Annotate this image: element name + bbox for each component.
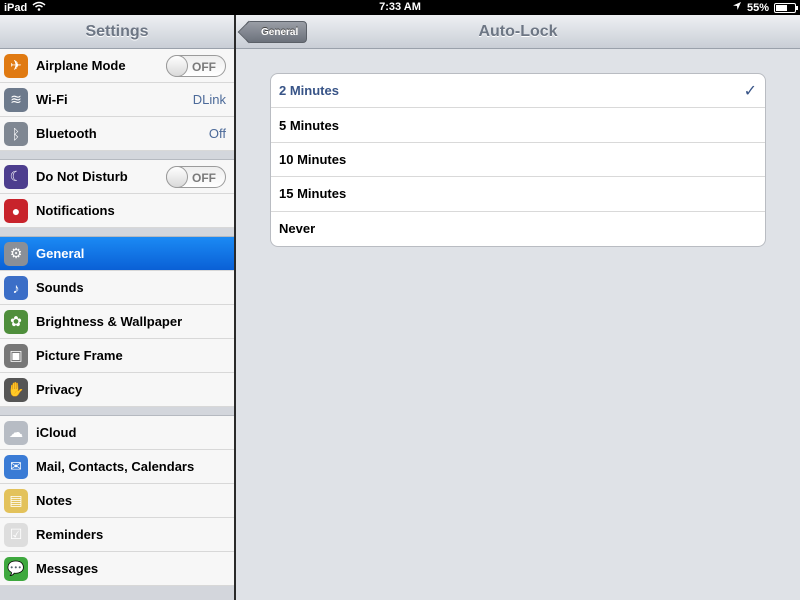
settings-item-messages[interactable]: 💬 Messages <box>0 552 234 586</box>
settings-item-do-not-disturb[interactable]: ☾ Do Not Disturb OFF <box>0 160 234 194</box>
settings-group: ☾ Do Not Disturb OFF ● Notifications <box>0 159 234 228</box>
autolock-option[interactable]: 15 Minutes <box>271 177 765 212</box>
back-button[interactable]: General <box>246 21 308 43</box>
autolock-option[interactable]: 2 Minutes ✓ <box>271 74 765 109</box>
picture-frame-icon: ▣ <box>4 343 28 368</box>
mail-icon: ✉ <box>4 454 28 479</box>
moon-icon: ☾ <box>4 164 28 189</box>
settings-item-icloud[interactable]: ☁ iCloud <box>0 416 234 450</box>
settings-item-notifications[interactable]: ● Notifications <box>0 194 234 228</box>
battery-icon <box>774 2 798 13</box>
status-bar: iPad 7:33 AM 55% <box>0 0 800 15</box>
speaker-icon: ♪ <box>4 275 28 300</box>
detail-title: Auto-Lock <box>478 23 558 40</box>
detail-navbar: General Auto-Lock <box>236 15 800 49</box>
hand-icon: ✋ <box>4 377 28 402</box>
settings-item-label: Notifications <box>36 203 115 218</box>
settings-item-label: Do Not Disturb <box>36 169 128 184</box>
back-button-label: General <box>261 27 299 38</box>
autolock-option[interactable]: Never <box>271 212 765 246</box>
toggle-knob <box>166 54 188 77</box>
settings-item-general[interactable]: ⚙ General <box>0 237 234 271</box>
settings-item-label: Brightness & Wallpaper <box>36 314 183 329</box>
settings-item-mail-contacts-calendars[interactable]: ✉ Mail, Contacts, Calendars <box>0 450 234 484</box>
wifi-icon: ≋ <box>4 87 28 112</box>
bluetooth-icon: ᛒ <box>4 121 28 146</box>
settings-item-notes[interactable]: ▤ Notes <box>0 484 234 518</box>
location-icon <box>732 1 742 14</box>
autolock-option-label: 15 Minutes <box>279 186 347 202</box>
settings-item-label: Wi-Fi <box>36 92 68 107</box>
settings-item-sounds[interactable]: ♪ Sounds <box>0 271 234 305</box>
settings-item-label: General <box>36 246 85 261</box>
settings-group: ☁ iCloud ✉ Mail, Contacts, Calendars ▤ Notes ☑… <box>0 415 234 586</box>
autolock-option-label: 10 Minutes <box>279 151 347 167</box>
settings-item-reminders[interactable]: ☑ Reminders <box>0 518 234 552</box>
settings-item-label: Privacy <box>36 382 83 397</box>
settings-item-picture-frame[interactable]: ▣ Picture Frame <box>0 339 234 373</box>
messages-icon: 💬 <box>4 556 28 581</box>
notifications-icon: ● <box>4 198 28 223</box>
settings-item-label: iCloud <box>36 425 77 440</box>
settings-item-label: Mail, Contacts, Calendars <box>36 459 195 474</box>
toggle-switch[interactable]: OFF <box>166 54 226 77</box>
detail-pane: General Auto-Lock 2 Minutes ✓ 5 Minutes 10 … <box>236 15 800 600</box>
settings-item-label: Reminders <box>36 527 104 542</box>
settings-item-brightness-wallpaper[interactable]: ✿ Brightness & Wallpaper <box>0 305 234 339</box>
settings-item-value: Off <box>208 126 226 141</box>
reminders-icon: ☑ <box>4 522 28 547</box>
checkmark-icon: ✓ <box>743 82 757 100</box>
settings-item-label: Messages <box>36 561 99 576</box>
settings-item-privacy[interactable]: ✋ Privacy <box>0 373 234 407</box>
autolock-option-label: Never <box>279 221 316 237</box>
settings-item-label: Picture Frame <box>36 348 123 363</box>
settings-item-airplane-mode[interactable]: ✈ Airplane Mode OFF <box>0 49 234 83</box>
toggle-switch[interactable]: OFF <box>166 165 226 188</box>
toggle-label: OFF <box>192 170 216 185</box>
settings-list: ✈ Airplane Mode OFF ≋ Wi-Fi DLink ᛒ Bluetooth Of… <box>0 49 234 586</box>
gear-icon: ⚙ <box>4 241 28 266</box>
settings-item-label: Bluetooth <box>36 126 97 141</box>
settings-group: ⚙ General ♪ Sounds ✿ Brightness & Wallpaper ▣ P… <box>0 236 234 407</box>
status-time: 7:33 AM <box>379 1 421 13</box>
settings-item-value: DLink <box>192 92 226 107</box>
settings-item-wi-fi[interactable]: ≋ Wi-Fi DLink <box>0 83 234 117</box>
autolock-options: 2 Minutes ✓ 5 Minutes 10 Minutes 15 Minutes N… <box>270 73 766 247</box>
battery-percent: 55% <box>746 1 769 14</box>
toggle-label: OFF <box>192 59 216 74</box>
settings-item-label: Sounds <box>36 280 84 295</box>
autolock-option-label: 2 Minutes <box>279 83 339 99</box>
autolock-option[interactable]: 5 Minutes <box>271 108 765 143</box>
cloud-icon: ☁ <box>4 420 28 445</box>
autolock-option-label: 5 Minutes <box>279 117 339 133</box>
settings-item-bluetooth[interactable]: ᛒ Bluetooth Off <box>0 117 234 151</box>
flower-icon: ✿ <box>4 309 28 334</box>
toggle-knob <box>166 165 188 188</box>
notes-icon: ▤ <box>4 488 28 513</box>
airplane-icon: ✈ <box>4 53 28 78</box>
settings-item-label: Airplane Mode <box>36 58 126 73</box>
master-title: Settings <box>0 15 234 49</box>
settings-master-pane: Settings ✈ Airplane Mode OFF ≋ Wi-Fi DLink ᛒ Bl… <box>0 15 234 600</box>
settings-group: ✈ Airplane Mode OFF ≋ Wi-Fi DLink ᛒ Bluetooth Of… <box>0 49 234 151</box>
autolock-option[interactable]: 10 Minutes <box>271 143 765 178</box>
settings-item-label: Notes <box>36 493 73 508</box>
